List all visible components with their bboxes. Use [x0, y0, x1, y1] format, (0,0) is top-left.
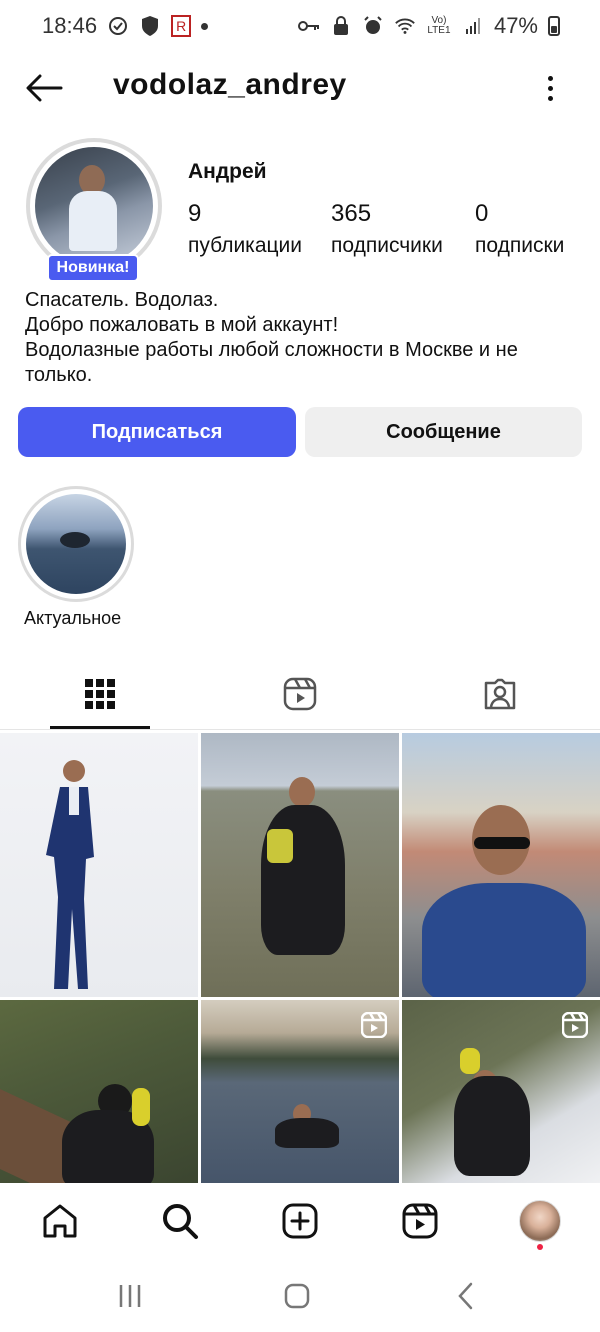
- tab-tagged[interactable]: [450, 660, 550, 728]
- reel-indicator-icon: [361, 1012, 387, 1038]
- recents-icon: [119, 1285, 141, 1307]
- bottom-navigation: [0, 1183, 600, 1259]
- post-image: [460, 1048, 480, 1074]
- following-count: 0: [475, 200, 489, 227]
- profile-header: vodolaz_andrey: [0, 58, 600, 118]
- status-time: 18:46: [42, 13, 98, 38]
- follow-button[interactable]: Подписаться: [18, 407, 296, 457]
- home-icon: [43, 1204, 77, 1238]
- stat-followers[interactable]: 365 подписчики: [331, 200, 443, 258]
- status-left: 18:46 R: [42, 13, 209, 39]
- profile-bio: Спасатель. Водолаз. Добро пожаловать в м…: [25, 288, 585, 388]
- followers-count: 365: [331, 200, 372, 227]
- tabs-divider: [0, 729, 600, 730]
- post-tile[interactable]: [402, 1000, 600, 1183]
- recent-apps-button[interactable]: [110, 1278, 150, 1314]
- alarm-icon: [362, 15, 384, 37]
- post-image: [46, 760, 94, 989]
- post-tile[interactable]: [201, 1000, 399, 1183]
- post-image: [275, 1118, 339, 1148]
- battery-icon: [548, 16, 560, 36]
- post-image: [132, 1088, 150, 1126]
- post-image: [422, 883, 586, 997]
- post-image: [454, 1076, 530, 1176]
- message-button[interactable]: Сообщение: [305, 407, 582, 457]
- arrow-left-icon: [26, 74, 63, 102]
- shield-icon: [139, 15, 161, 37]
- more-vertical-icon-dot: [547, 95, 553, 101]
- posts-label: публикации: [188, 234, 302, 257]
- home-square-icon: [284, 1283, 310, 1309]
- display-name: Андрей: [188, 160, 267, 183]
- chevron-left-icon: [458, 1282, 473, 1310]
- username-title: vodolaz_andrey: [113, 68, 347, 101]
- more-notifications-dot: [201, 22, 209, 30]
- highlight-cover: [26, 494, 126, 594]
- app-notification-icon: R: [171, 15, 192, 37]
- more-options-button[interactable]: [538, 70, 562, 106]
- post-image: [261, 805, 345, 955]
- tagged-person-icon: [484, 678, 516, 710]
- bio-line: только.: [25, 364, 93, 386]
- profile-tabs: [0, 660, 600, 730]
- tab-reels[interactable]: [250, 660, 350, 728]
- bio-line: Добро пожаловать в мой аккаунт!: [25, 314, 339, 336]
- tab-posts-grid[interactable]: [50, 660, 150, 728]
- nav-create[interactable]: [278, 1199, 322, 1243]
- nav-reels[interactable]: [398, 1199, 442, 1243]
- search-icon: [163, 1204, 198, 1239]
- reels-icon: [283, 677, 317, 711]
- post-image: [289, 777, 315, 807]
- post-tile[interactable]: [201, 733, 399, 997]
- posts-grid: [0, 733, 600, 1183]
- post-tile[interactable]: [0, 733, 198, 997]
- own-profile-avatar: [519, 1200, 561, 1242]
- notification-dot: [537, 1244, 543, 1250]
- avatar-image: [35, 147, 153, 265]
- system-navigation: [0, 1260, 600, 1332]
- bio-line: Водолазные работы любой сложности в Моск…: [25, 339, 518, 361]
- battery-percent: 47%: [493, 13, 538, 38]
- create-post-icon: [282, 1203, 318, 1239]
- back-button[interactable]: [22, 70, 66, 106]
- status-bar: 18:46 R Vo) LTE1 47%: [0, 0, 600, 52]
- nav-search[interactable]: [158, 1199, 202, 1243]
- lock-app-icon: [330, 15, 352, 37]
- posts-count: 9: [188, 200, 202, 227]
- highlight-label[interactable]: Актуальное: [24, 608, 121, 629]
- reel-indicator-icon: [562, 1012, 588, 1038]
- post-image: [474, 837, 530, 849]
- more-vertical-icon-dot: [547, 75, 553, 81]
- following-label: подписки: [475, 234, 565, 257]
- new-badge: Новинка!: [47, 254, 139, 282]
- wifi-icon: [394, 15, 416, 37]
- system-home-button[interactable]: [277, 1278, 317, 1314]
- check-circle-icon: [107, 15, 129, 37]
- highlight-item[interactable]: [18, 486, 134, 602]
- post-image: [267, 829, 293, 863]
- stat-following[interactable]: 0 подписки: [475, 200, 564, 258]
- post-tile[interactable]: [0, 1000, 198, 1183]
- post-tile[interactable]: [402, 733, 600, 997]
- bio-line: Спасатель. Водолаз.: [25, 289, 219, 311]
- stat-posts[interactable]: 9 публикации: [188, 200, 302, 258]
- grid-icon: [85, 679, 115, 709]
- system-back-button[interactable]: [445, 1278, 485, 1314]
- reels-icon: [402, 1203, 438, 1239]
- more-vertical-icon-dot: [547, 85, 553, 91]
- network-label: Vo) LTE1: [427, 15, 451, 36]
- followers-label: подписчики: [331, 234, 443, 257]
- key-icon: [297, 15, 320, 37]
- nav-profile[interactable]: [518, 1199, 562, 1243]
- nav-home[interactable]: [38, 1199, 82, 1243]
- signal-icon: [462, 15, 484, 37]
- status-right: Vo) LTE1 47%: [297, 13, 560, 39]
